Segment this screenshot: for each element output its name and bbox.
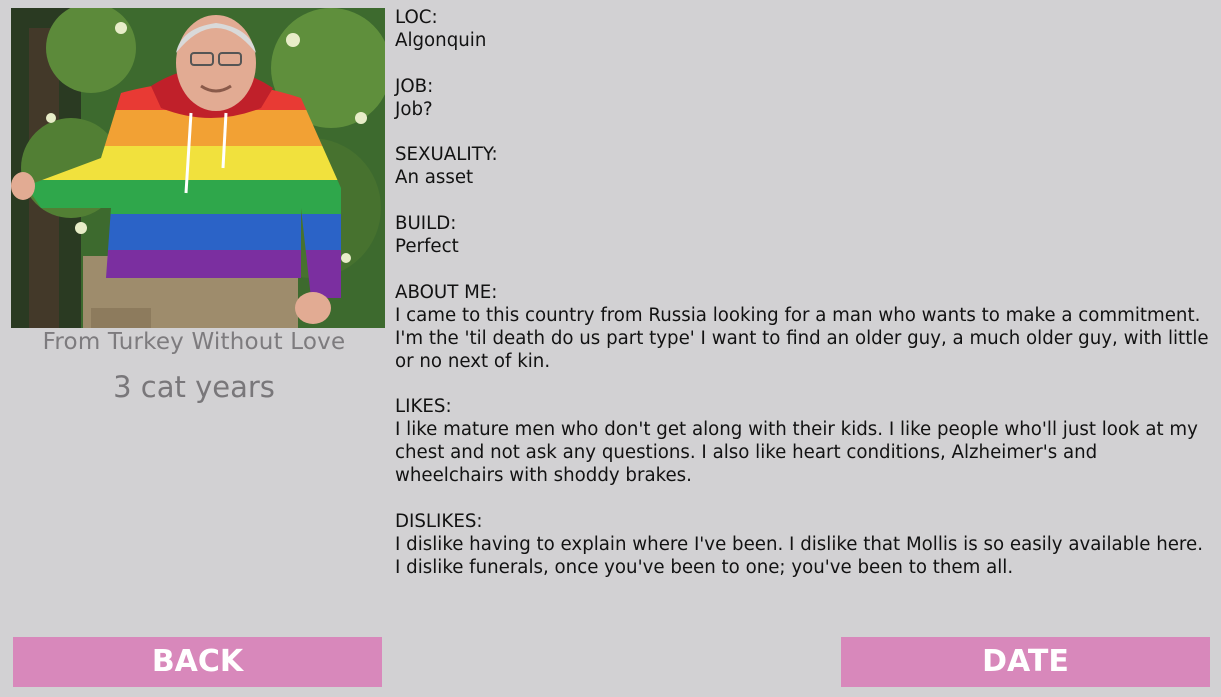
location-section: LOC: Algonquin [395, 7, 1210, 53]
likes-label: LIKES: [395, 396, 452, 418]
profile-details: LOC: Algonquin JOB: Job? SEXUALITY: An a… [395, 7, 1210, 602]
dislikes-label: DISLIKES: [395, 510, 483, 532]
back-button[interactable]: BACK [13, 637, 382, 687]
likes-section: LIKES: I like mature men who don't get a… [395, 396, 1210, 488]
sexuality-label: SEXUALITY: [395, 144, 498, 166]
profile-age: 3 cat years [113, 370, 275, 404]
job-section: JOB: Job? [395, 76, 1210, 122]
job-label: JOB: [395, 75, 434, 97]
profile-photo-icon [11, 8, 385, 328]
dislikes-value: I dislike having to explain where I've b… [395, 533, 1203, 578]
date-button[interactable]: DATE [841, 637, 1210, 687]
about-section: ABOUT ME: I came to this country from Ru… [395, 282, 1210, 374]
profile-name: From Turkey Without Love [42, 329, 346, 355]
dislikes-section: DISLIKES: I dislike having to explain wh… [395, 511, 1210, 580]
profile-photo [11, 8, 385, 328]
location-label: LOC: [395, 7, 438, 28]
build-section: BUILD: Perfect [395, 213, 1210, 259]
about-label: ABOUT ME: [395, 281, 498, 303]
build-value: Perfect [395, 236, 459, 258]
about-value: I came to this country from Russia looki… [395, 304, 1209, 372]
sexuality-value: An asset [395, 167, 474, 189]
job-value: Job? [395, 98, 433, 120]
location-value: Algonquin [395, 29, 487, 51]
sexuality-section: SEXUALITY: An asset [395, 144, 1210, 190]
build-label: BUILD: [395, 213, 457, 235]
likes-value: I like mature men who don't get along wi… [395, 419, 1198, 487]
